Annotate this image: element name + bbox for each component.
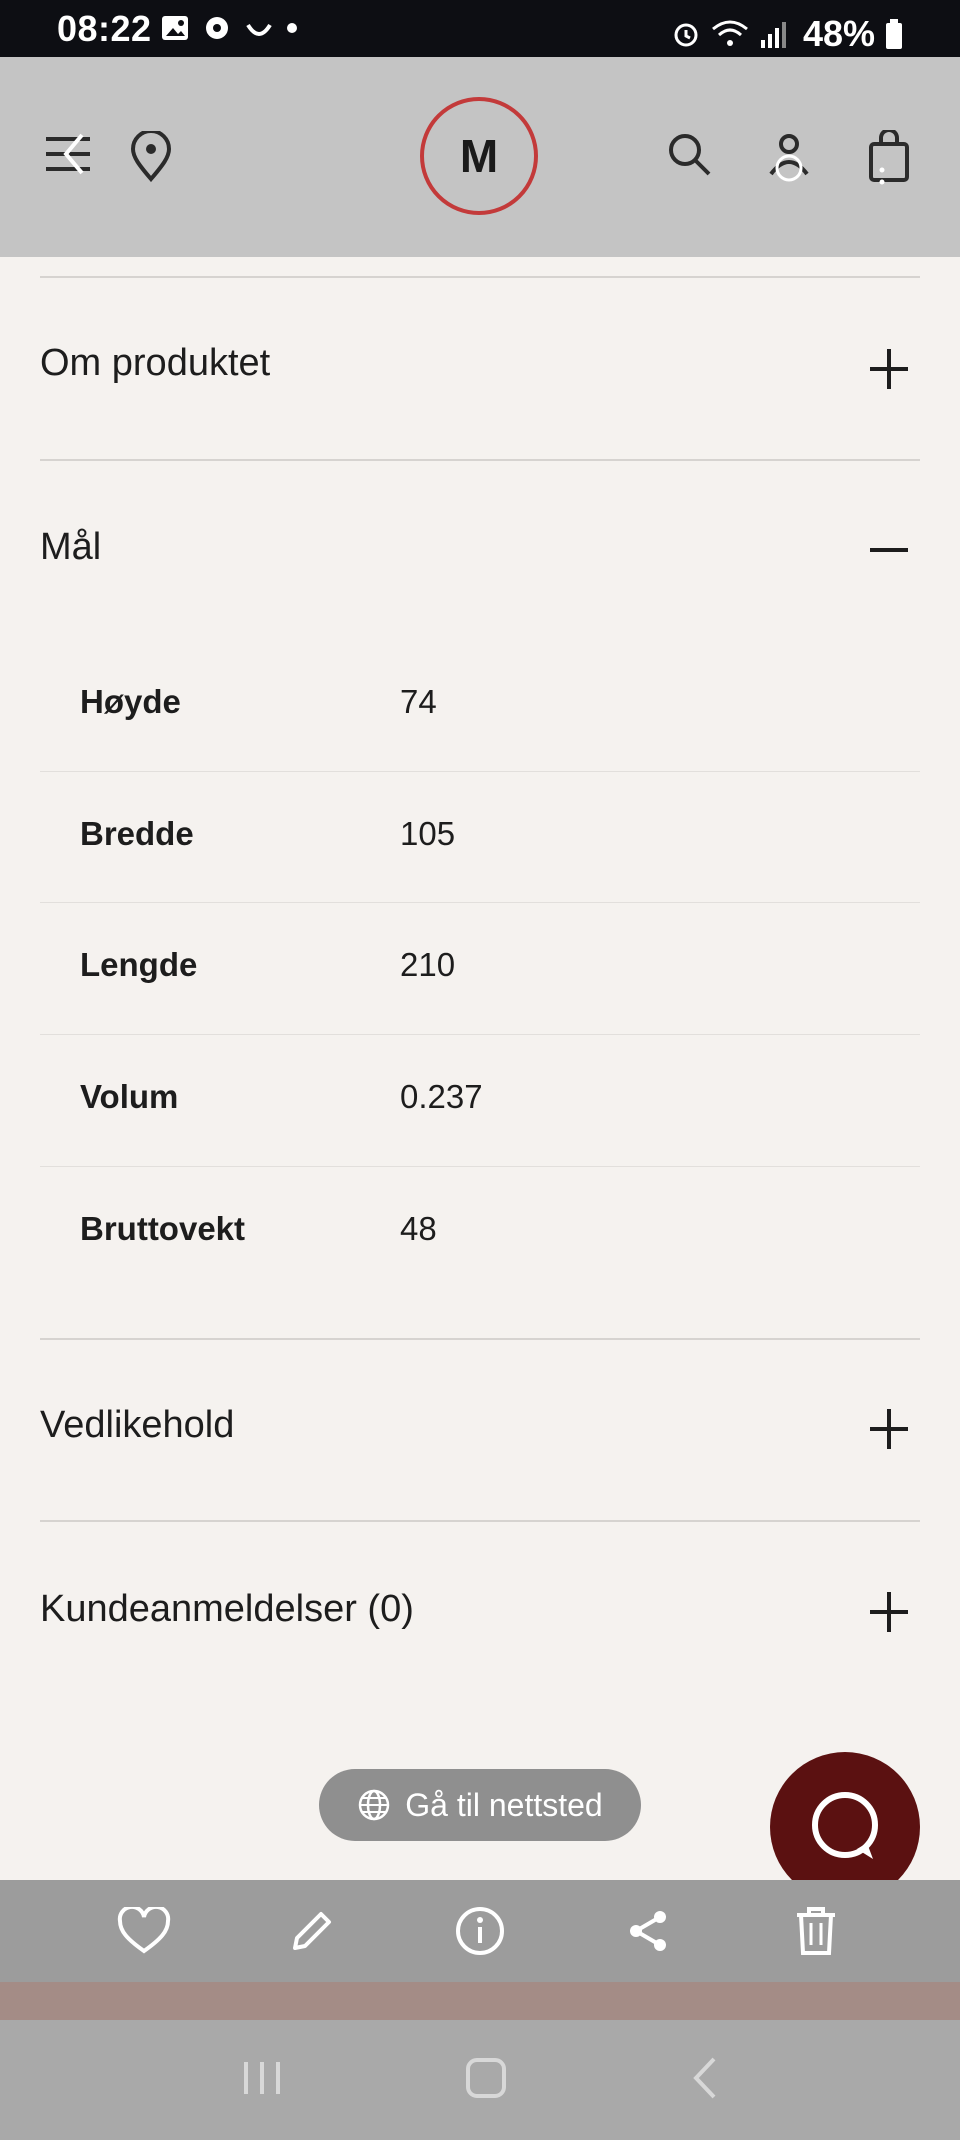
accordion-title: Om produktet xyxy=(40,342,271,384)
app-header: M xyxy=(0,57,960,257)
row-divider xyxy=(40,1034,920,1035)
home-button[interactable] xyxy=(464,2056,508,2105)
battery-level: 48% xyxy=(802,13,875,54)
collapse-minus-icon xyxy=(870,530,910,570)
row-value: 210 xyxy=(400,946,456,983)
status-bar: 08:22 48% xyxy=(0,0,960,57)
info-button[interactable] xyxy=(448,1899,512,1963)
row-label: Volum xyxy=(80,1078,179,1115)
goto-website-label: Gå til nettsted xyxy=(405,1786,603,1823)
search-button[interactable] xyxy=(664,129,714,179)
accordion-item-about[interactable]: Om produktet xyxy=(0,280,960,460)
smile-icon xyxy=(246,23,272,36)
row-value: 0.237 xyxy=(400,1078,483,1115)
share-button[interactable] xyxy=(616,1899,680,1963)
logo-letter: M xyxy=(459,130,499,182)
row-divider xyxy=(40,771,920,772)
divider xyxy=(40,459,920,461)
row-divider xyxy=(40,1166,920,1167)
accordion-item-dimensions[interactable]: Mål xyxy=(0,462,960,637)
favorite-button[interactable] xyxy=(112,1899,176,1963)
pencil-icon xyxy=(293,1912,331,1950)
row-value: 105 xyxy=(400,815,456,852)
system-navigation-bar xyxy=(0,2020,960,2140)
row-label: Bruttovekt xyxy=(80,1210,246,1247)
accordion-title: Vedlikehold xyxy=(40,1404,235,1446)
row-label: Høyde xyxy=(80,683,181,720)
location-pin-icon xyxy=(130,131,172,183)
dot-icon xyxy=(287,23,297,33)
gallery-icon xyxy=(162,16,188,40)
account-button[interactable] xyxy=(764,129,814,189)
bottom-toolbar xyxy=(0,1880,960,1982)
alarm-icon xyxy=(674,23,698,47)
chat-bubble-icon xyxy=(812,1792,878,1859)
row-label: Bredde xyxy=(80,815,194,852)
globe-icon xyxy=(359,1789,390,1821)
expand-plus-icon xyxy=(870,1592,910,1632)
accordion-title: Kundeanmeldelser (0) xyxy=(40,1588,414,1630)
back-button[interactable] xyxy=(688,2055,720,2106)
heart-icon xyxy=(117,1907,171,1954)
menu-icon xyxy=(46,133,90,175)
recent-apps-icon xyxy=(244,2061,280,2094)
row-value: 74 xyxy=(400,683,437,720)
goto-website-button[interactable]: Gå til nettsted xyxy=(319,1769,641,1841)
back-chevron-icon xyxy=(693,2057,716,2098)
share-icon xyxy=(630,1911,666,1951)
recent-apps-button[interactable] xyxy=(240,2058,284,2103)
battery-icon xyxy=(886,19,902,49)
row-divider xyxy=(40,902,920,903)
brand-logo[interactable]: M xyxy=(420,97,538,215)
accordion-title: Mål xyxy=(40,526,102,568)
accordion-item-maintenance[interactable]: Vedlikehold xyxy=(0,1340,960,1520)
user-icon xyxy=(769,134,809,182)
trash-icon xyxy=(797,1907,835,1955)
edit-button[interactable] xyxy=(280,1899,344,1963)
info-icon xyxy=(456,1907,504,1955)
divider xyxy=(40,276,920,278)
shopping-bag-icon xyxy=(869,130,909,185)
search-icon xyxy=(669,134,711,176)
expand-plus-icon xyxy=(870,349,910,389)
row-label: Lengde xyxy=(80,946,198,983)
home-icon xyxy=(466,2057,506,2098)
accordion-item-reviews[interactable]: Kundeanmeldelser (0) xyxy=(0,1522,960,1702)
menu-button[interactable] xyxy=(44,129,94,179)
delete-button[interactable] xyxy=(784,1899,848,1963)
store-locator-button[interactable] xyxy=(126,129,176,185)
status-time: 08:22 xyxy=(57,8,152,49)
toolbar-strip xyxy=(0,1982,960,2020)
wifi-icon xyxy=(711,20,748,46)
expand-plus-icon xyxy=(870,1409,910,1449)
signal-icon xyxy=(760,22,786,48)
settings-icon xyxy=(206,17,228,39)
row-value: 48 xyxy=(400,1210,437,1247)
cart-button[interactable] xyxy=(864,129,914,189)
